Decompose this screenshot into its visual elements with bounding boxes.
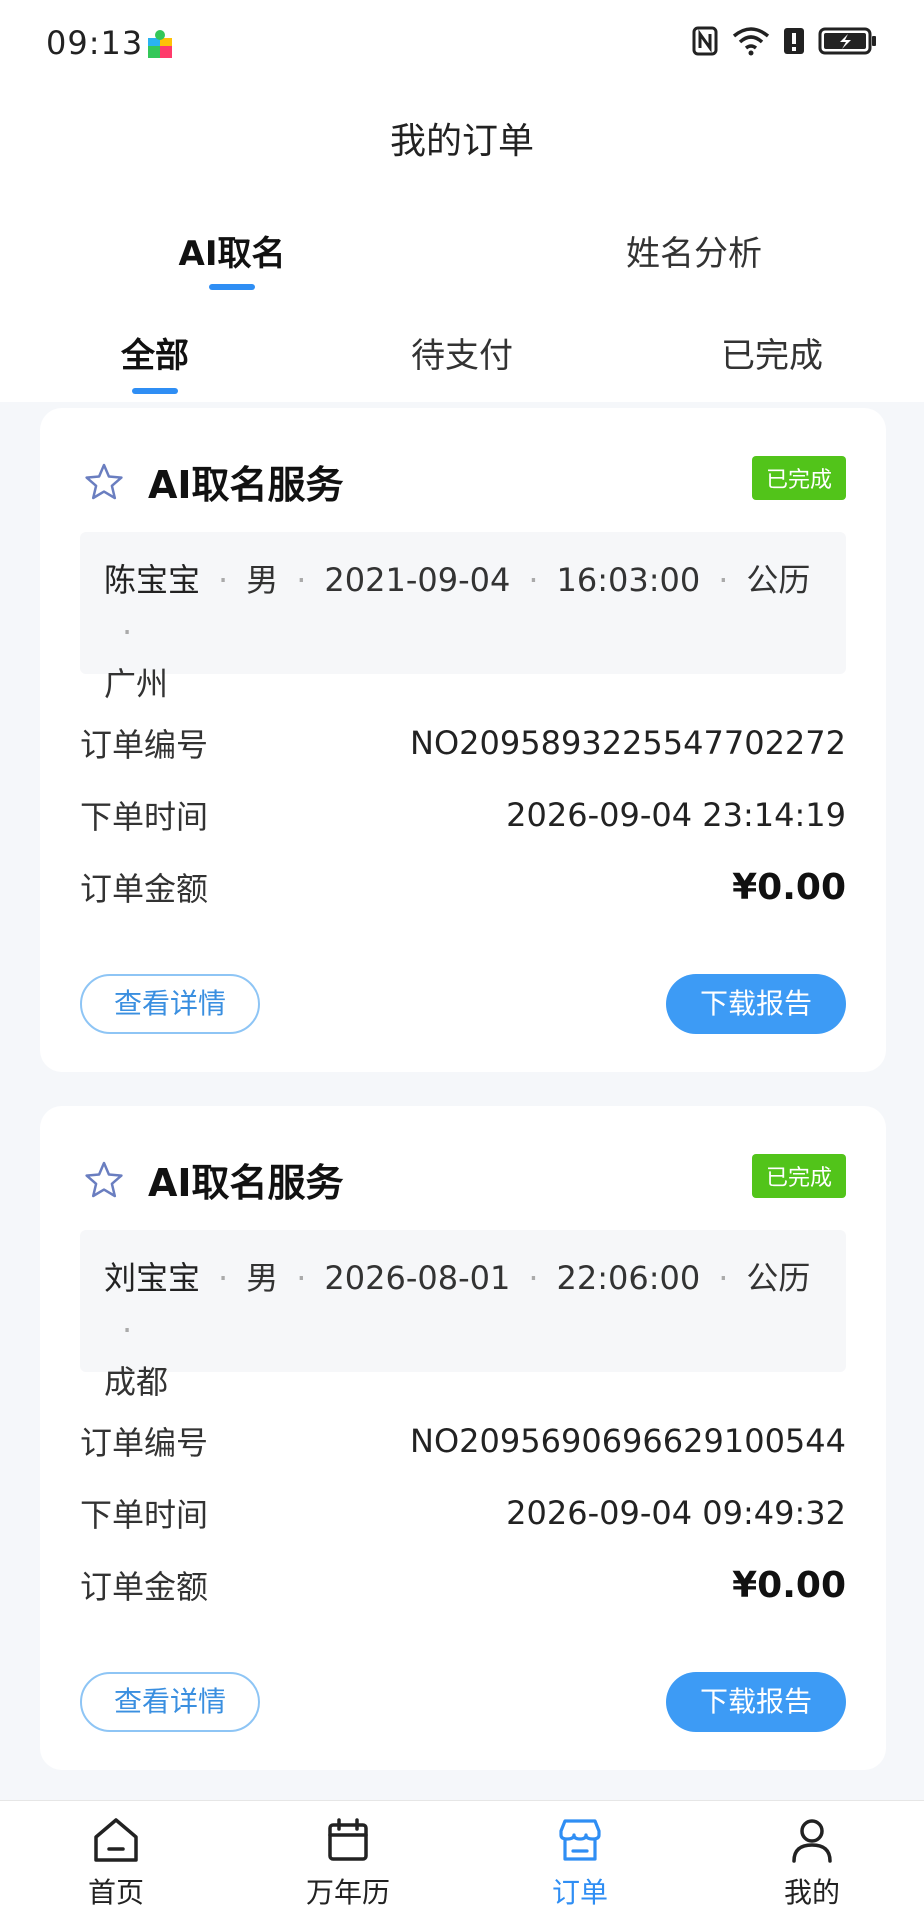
nav-calendar[interactable]: 万年历	[278, 1815, 418, 1911]
card-header: AI取名服务	[84, 1152, 344, 1207]
order-card: AI取名服务 已完成 陈宝宝 · 男 · 2021-09-04 · 16:03:00 · 公历·…	[40, 408, 886, 1072]
service-title: AI取名服务	[148, 463, 344, 507]
order-number-label: 订单编号	[80, 726, 209, 764]
order-number: NO2095690696629100544	[410, 1422, 846, 1460]
birth-date: 2021-09-04	[324, 561, 511, 599]
download-report-button[interactable]: 下载报告	[666, 1672, 846, 1732]
star-icon[interactable]	[84, 1160, 124, 1200]
app-puzzle-icon	[148, 30, 172, 58]
calendar-type: 公历	[746, 1259, 811, 1297]
status-badge: 已完成	[751, 1154, 846, 1198]
service-title: AI取名服务	[148, 1161, 344, 1205]
order-amount-row: 订单金额 ¥0.00	[80, 864, 846, 910]
nav-calendar-label: 万年历	[305, 1876, 390, 1909]
status-time: 09:13	[46, 24, 144, 62]
birth-date: 2026-08-01	[324, 1259, 511, 1297]
order-number-label: 订单编号	[80, 1424, 209, 1462]
order-time-row: 下单时间 2026-09-04 09:49:32	[80, 1490, 846, 1536]
customer-gender: 男	[246, 1259, 279, 1297]
customer-gender: 男	[246, 561, 279, 599]
order-time-label: 下单时间	[80, 1496, 209, 1534]
birth-city: 成都	[104, 1363, 169, 1401]
view-details-button[interactable]: 查看详情	[80, 974, 260, 1034]
profile-icon	[792, 1819, 832, 1863]
battery-charging-icon	[818, 27, 876, 55]
nav-profile-label: 我的	[783, 1876, 840, 1909]
order-amount: ¥0.00	[732, 866, 846, 908]
secondary-tabs: 全部 待支付 已完成	[0, 320, 924, 400]
order-time-row: 下单时间 2026-09-04 23:14:19	[80, 792, 846, 838]
nav-profile[interactable]: 我的	[742, 1815, 882, 1911]
nav-home[interactable]: 首页	[46, 1815, 186, 1911]
nav-orders-label: 订单	[551, 1876, 608, 1909]
order-amount-label: 订单金额	[80, 1568, 209, 1606]
status-badge: 已完成	[751, 456, 846, 500]
customer-info: 刘宝宝 · 男 · 2026-08-01 · 22:06:00 · 公历· 成都	[80, 1230, 846, 1401]
card-header: AI取名服务	[84, 454, 344, 509]
home-icon	[94, 1818, 138, 1862]
birth-time: 16:03:00	[556, 561, 701, 599]
tab-ai-naming[interactable]: AI取名	[112, 226, 352, 275]
customer-info: 陈宝宝 · 男 · 2021-09-04 · 16:03:00 · 公历· 广州	[80, 532, 846, 703]
bottom-navigation: 首页 万年历 订单 我的	[0, 1800, 924, 1920]
nav-orders[interactable]: 订单	[510, 1815, 650, 1911]
order-time-label: 下单时间	[80, 798, 209, 836]
order-number-row: 订单编号 NO2095690696629100544	[80, 1418, 846, 1464]
birth-time: 22:06:00	[556, 1259, 701, 1297]
nfc-icon	[692, 26, 718, 56]
order-amount-label: 订单金额	[80, 870, 209, 908]
order-time: 2026-09-04 09:49:32	[506, 1494, 846, 1532]
primary-tabs: AI取名 姓名分析	[0, 218, 924, 298]
calendar-type: 公历	[746, 561, 811, 599]
customer-name: 刘宝宝	[104, 1259, 201, 1297]
order-amount-row: 订单金额 ¥0.00	[80, 1562, 846, 1608]
order-amount: ¥0.00	[732, 1564, 846, 1606]
nav-home-label: 首页	[87, 1876, 144, 1909]
alert-icon	[784, 28, 804, 54]
primary-tab-indicator	[209, 284, 255, 290]
birth-city: 广州	[104, 665, 169, 703]
status-bar: 09:13	[0, 0, 924, 88]
tab-all[interactable]: 全部	[45, 328, 265, 377]
orders-store-icon	[559, 1819, 601, 1861]
tab-name-analysis[interactable]: 姓名分析	[574, 226, 814, 275]
download-report-button[interactable]: 下载报告	[666, 974, 846, 1034]
order-number-row: 订单编号 NO2095893225547702272	[80, 720, 846, 766]
tab-pending-payment[interactable]: 待支付	[352, 328, 572, 377]
star-icon[interactable]	[84, 462, 124, 502]
customer-name: 陈宝宝	[104, 561, 201, 599]
order-time: 2026-09-04 23:14:19	[506, 796, 846, 834]
page-title: 我的订单	[389, 121, 534, 162]
view-details-button[interactable]: 查看详情	[80, 1672, 260, 1732]
secondary-tab-indicator	[132, 388, 178, 394]
calendar-icon	[328, 1818, 368, 1861]
tab-completed[interactable]: 已完成	[662, 328, 882, 377]
order-card: AI取名服务 已完成 刘宝宝 · 男 · 2026-08-01 · 22:06:00 · 公历·…	[40, 1106, 886, 1770]
wifi-icon	[732, 27, 770, 56]
order-number: NO2095893225547702272	[410, 724, 846, 762]
